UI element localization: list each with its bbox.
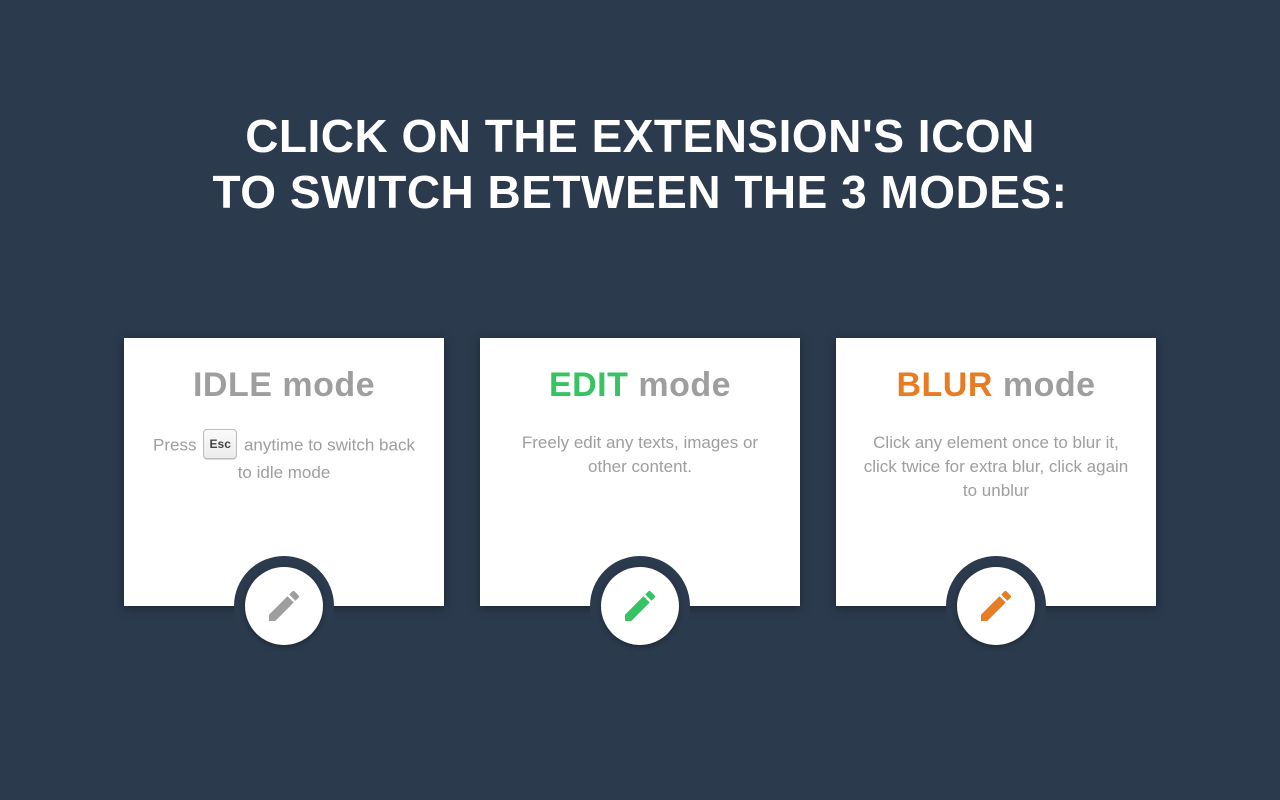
card-idle-title-accent: IDLE — [193, 366, 272, 404]
card-idle-title-rest: mode — [272, 366, 375, 404]
card-idle-desc-before: Press — [153, 436, 201, 455]
card-edit-title-rest: mode — [628, 366, 731, 404]
card-idle: IDLE mode Press Esc anytime to switch ba… — [124, 338, 444, 606]
card-blur-desc: Click any element once to blur it, click… — [862, 431, 1130, 503]
pencil-icon — [976, 586, 1016, 626]
card-idle-desc: Press Esc anytime to switch back to idle… — [150, 431, 418, 485]
esc-key-icon: Esc — [203, 429, 237, 459]
card-idle-badge — [234, 556, 334, 656]
card-blur-title: BLUR mode — [862, 366, 1130, 405]
card-edit-title-accent: EDIT — [549, 366, 628, 404]
card-blur-badge-inner — [957, 567, 1035, 645]
card-idle-badge-inner — [245, 567, 323, 645]
card-blur-title-rest: mode — [993, 366, 1096, 404]
cards-row: IDLE mode Press Esc anytime to switch ba… — [124, 338, 1156, 606]
card-blur-title-accent: BLUR — [896, 366, 992, 404]
card-edit-badge-inner — [601, 567, 679, 645]
card-edit-desc: Freely edit any texts, images or other c… — [506, 431, 774, 479]
headline-line-1: CLICK ON THE EXTENSION'S ICON — [213, 108, 1068, 164]
card-edit: EDIT mode Freely edit any texts, images … — [480, 338, 800, 606]
page: CLICK ON THE EXTENSION'S ICON TO SWITCH … — [0, 0, 1280, 800]
card-blur-badge — [946, 556, 1046, 656]
card-edit-title: EDIT mode — [506, 366, 774, 405]
card-idle-desc-after: anytime to switch back to idle mode — [238, 436, 415, 483]
card-idle-title: IDLE mode — [150, 366, 418, 405]
card-blur: BLUR mode Click any element once to blur… — [836, 338, 1156, 606]
headline-line-2: TO SWITCH BETWEEN THE 3 MODES: — [213, 164, 1068, 220]
pencil-icon — [264, 586, 304, 626]
card-edit-badge — [590, 556, 690, 656]
headline: CLICK ON THE EXTENSION'S ICON TO SWITCH … — [213, 108, 1068, 220]
pencil-icon — [620, 586, 660, 626]
